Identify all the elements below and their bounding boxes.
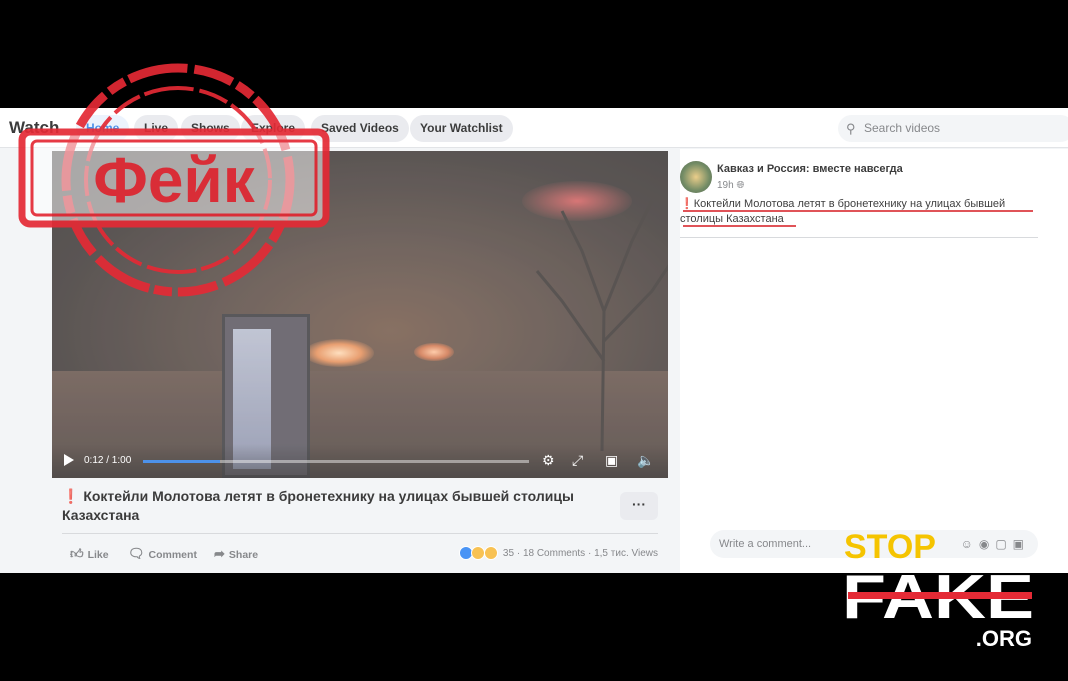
thumbs-up-icon: 👍︎ [70,546,84,561]
post-text: ❗Коктейли Молотова летят в бронетехнику … [680,197,1040,227]
video-time: 0:12 / 1:00 [84,455,132,466]
post-sidebar-inner: Кавказ и Россия: вместе навсегда 19h 🌐︎ … [680,149,1068,573]
separator: · [587,548,592,559]
logo-strike [848,592,1032,599]
stage: Watch Home Live Shows Explore Saved Vide… [0,0,1068,681]
logo-org: .ORG [976,626,1032,651]
post-actions: 👍︎ Like 🗨︎ Comment ➦ Share 35 · 18 Comments… [62,545,662,567]
reactions-count[interactable]: 35 [503,548,514,559]
logo-stop: STOP [844,528,936,566]
comments-count[interactable]: 18 Comments [523,548,585,559]
exclamation-icon: ❗ [680,198,694,210]
divider [62,533,658,534]
search-input[interactable]: ⚲ Search videos [838,115,1068,142]
more-options-button[interactable]: ··· [620,492,658,520]
like-button[interactable]: 👍︎ Like [70,545,109,564]
share-icon: ➦ [214,546,225,561]
post-time[interactable]: 19h [717,180,734,191]
stamp-text: Фейк [93,144,256,216]
red-underline [683,225,796,227]
post-meta: 19h 🌐︎ [717,180,744,191]
comment-button[interactable]: 🗨︎ Comment [128,545,197,564]
comment-label: Comment [148,549,197,561]
separator: · [516,548,521,559]
post-stats: 35 · 18 Comments · 1,5 тис. Views [458,545,658,563]
post-sidebar: Кавказ и Россия: вместе навсегда 19h 🌐︎ … [680,149,1068,573]
fake-stamp: Фейк [18,63,330,297]
video-title-text: Коктейли Молотова летят в бронетехнику н… [62,488,574,523]
author-name[interactable]: Кавказ и Россия: вместе навсегда [717,163,903,175]
like-label: Like [87,549,109,561]
globe-icon: 🌐︎ [736,180,745,191]
gear-icon[interactable]: ⚙ [542,452,555,469]
fullscreen-icon[interactable]: ⤢ [572,452,583,469]
avatar[interactable] [680,161,712,193]
share-label: Share [228,549,259,561]
video-progress-bar[interactable] [143,460,529,463]
search-icon: ⚲ [846,121,856,136]
picture-in-picture-icon[interactable]: ▣ [605,452,618,469]
video-title: ❗ Коктейли Молотова летят в бронетехнику… [62,487,602,525]
stopfake-logo: STOP FAKE .ORG [842,528,1034,651]
exclamation-icon: ❗ [62,488,80,504]
video-progress-fill [143,460,221,463]
divider [680,237,1038,238]
search-placeholder: Search videos [864,121,941,135]
tab-your-watchlist[interactable]: Your Watchlist [410,115,513,142]
share-button[interactable]: ➦ Share [214,545,258,564]
wow-reaction-icon [484,546,499,561]
play-icon[interactable] [64,454,74,466]
post-header: Кавказ и Россия: вместе навсегда 19h 🌐︎ [680,161,1068,195]
views-count: 1,5 тис. Views [594,548,658,559]
volume-icon[interactable]: 🔈 [637,452,654,469]
video-controls: 0:12 / 1:00 ⚙ ⤢ ▣ 🔈 [52,444,668,478]
red-underline [683,210,1033,212]
comment-placeholder: Write a comment... [719,538,812,550]
comment-icon: 🗨︎ [128,546,145,561]
